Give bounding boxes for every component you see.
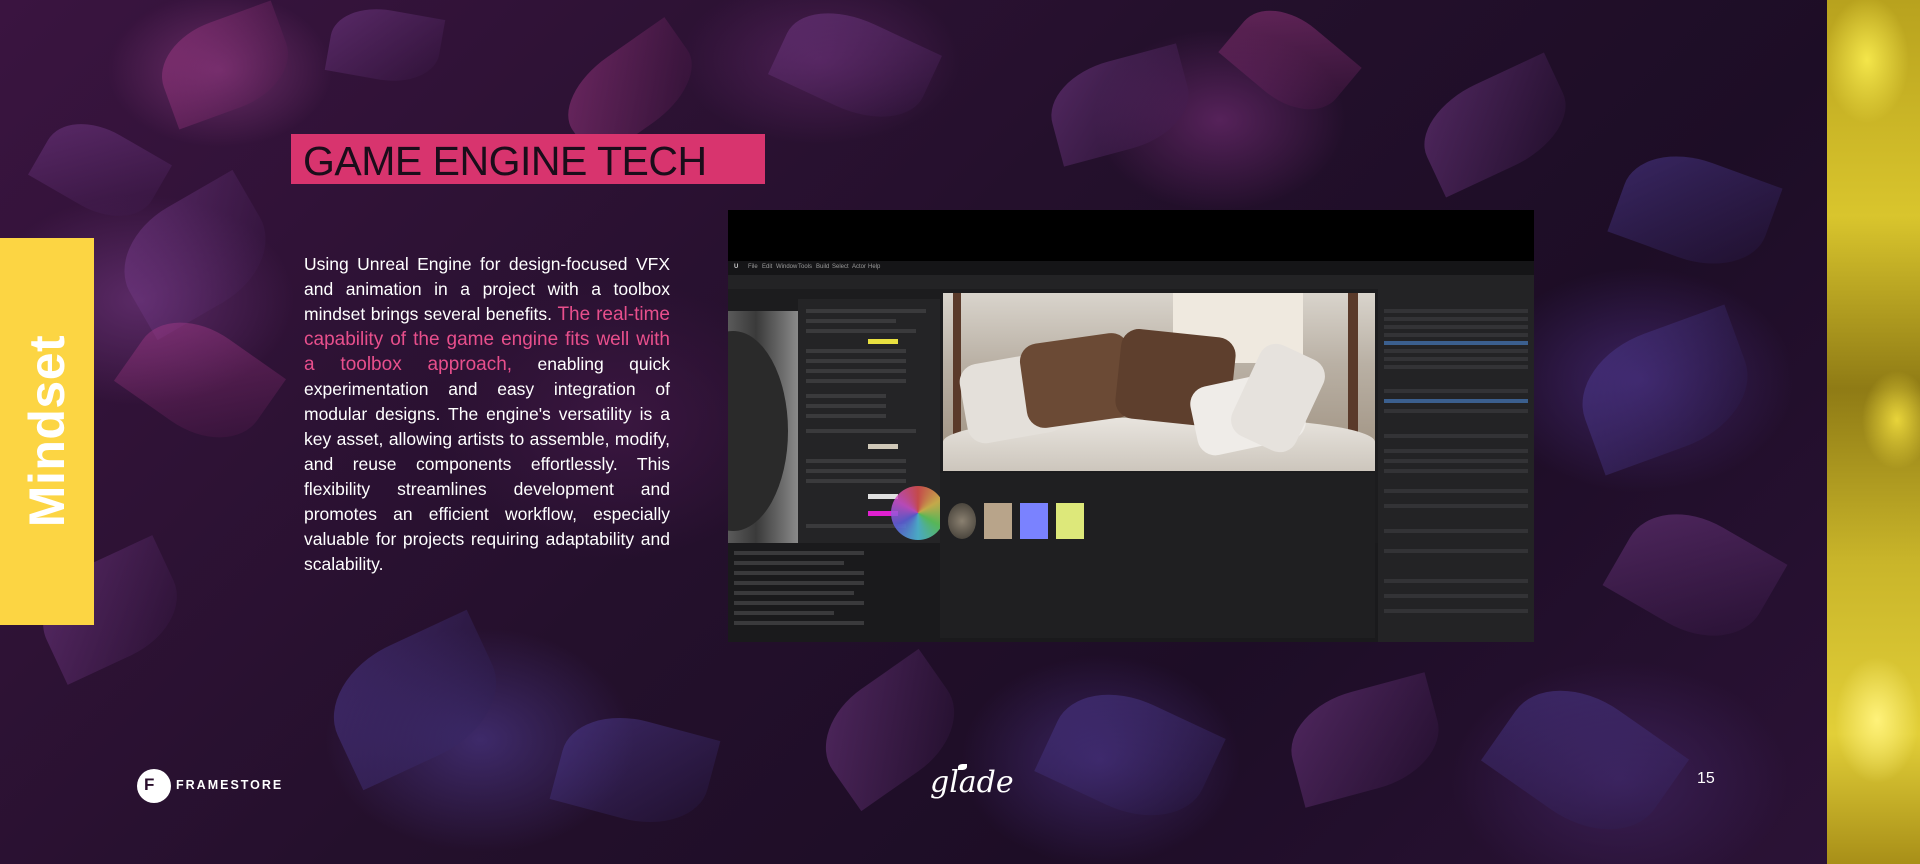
viewport-sofa-scene [943,293,1375,471]
body-text-rest: enabling quick experimentation and easy … [304,354,671,574]
world-outliner-panel [1378,289,1534,642]
menu-item: Select [832,264,849,270]
color-picker-wheel [891,486,945,540]
page-title-box: GAME ENGINE TECH [291,134,765,184]
unreal-engine-screenshot: U File Edit Window Tools Build Select Ac… [728,210,1534,642]
editor-window: U File Edit Window Tools Build Select Ac… [728,261,1534,642]
section-tab-label: Mindset [19,334,75,528]
menu-item: File [748,264,758,270]
lemon-image-strip [1827,0,1920,864]
glade-leaf-icon [958,764,967,770]
framestore-logo-mark: F [144,775,155,794]
menu-item: Window [776,264,798,270]
content-browser [940,473,1375,638]
material-preview [728,311,798,543]
menu-item: Edit [762,264,773,270]
menu-item: Tools [798,264,813,270]
section-tab: Mindset [0,238,94,625]
menu-item: Actor [852,264,867,270]
page-number: 15 [1697,770,1715,787]
menu-item: Build [816,264,830,270]
page-title: GAME ENGINE TECH [303,138,707,184]
framestore-logo-icon: F [137,769,171,803]
framestore-wordmark: FRAMESTORE [176,778,284,792]
glade-logo: glade [930,765,1014,800]
body-paragraph: Using Unreal Engine for design-focused V… [304,252,670,577]
unreal-logo-icon: U [734,264,739,270]
editor-toolbar [728,275,1534,289]
editor-menubar: U File Edit Window Tools Build Select Ac… [728,261,1534,275]
menu-item: Help [868,264,881,270]
